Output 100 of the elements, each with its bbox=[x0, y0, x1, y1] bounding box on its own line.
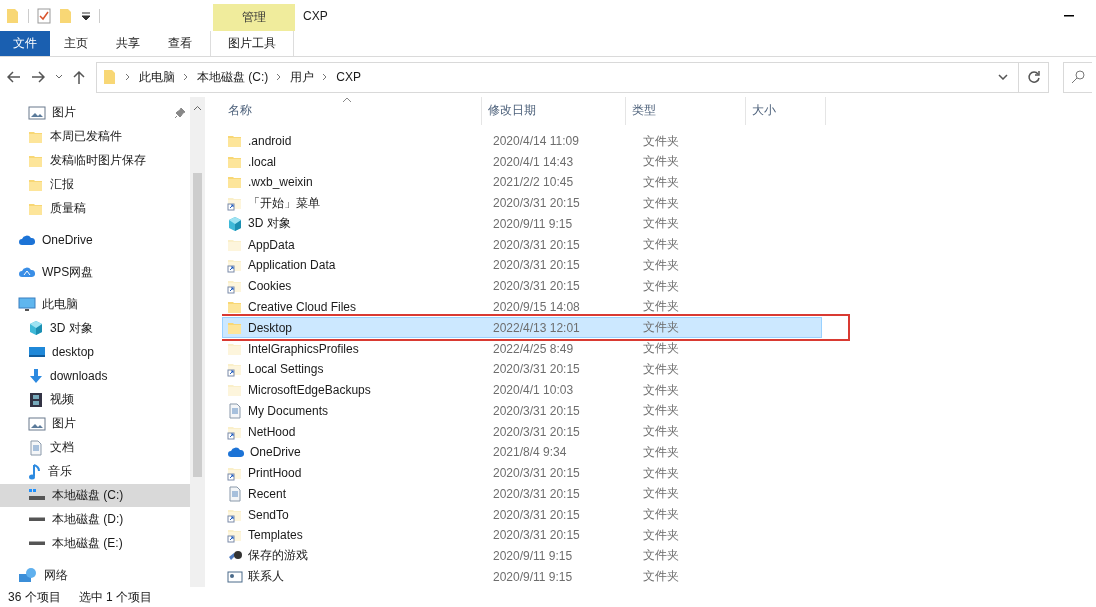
file-row[interactable]: Local Settings 2020/3/31 20:15 文件夹 bbox=[222, 359, 822, 380]
file-row[interactable]: OneDrive 2021/8/4 9:34 文件夹 bbox=[222, 441, 822, 463]
caret-icon[interactable] bbox=[81, 10, 91, 21]
sidebar-item[interactable]: 本地磁盘 (C:) bbox=[0, 483, 190, 508]
file-type: 文件夹 bbox=[642, 443, 680, 461]
column-header[interactable]: 大小 bbox=[746, 97, 826, 125]
sidebar-item[interactable]: 此电脑 bbox=[0, 292, 190, 317]
document-icon bbox=[227, 402, 243, 419]
context-tab-label: 管理 bbox=[213, 4, 295, 31]
ribbon-tab[interactable]: 主页 bbox=[50, 31, 102, 56]
drive-icon bbox=[29, 541, 45, 546]
sidebar-item[interactable]: 3D 对象 bbox=[0, 316, 190, 341]
modified-date: 2022/4/25 8:49 bbox=[492, 341, 575, 356]
file-row[interactable]: My Documents 2020/3/31 20:15 文件夹 bbox=[222, 400, 822, 422]
modified-date: 2020/3/31 20:15 bbox=[492, 279, 581, 294]
breadcrumb[interactable]: 此电脑 bbox=[139, 68, 175, 86]
ribbon-tab[interactable]: 查看 bbox=[154, 31, 206, 56]
modified-date: 2020/3/31 20:15 bbox=[492, 466, 581, 481]
file-row[interactable]: 保存的游戏 2020/9/11 9:15 文件夹 bbox=[222, 545, 822, 567]
sidebar-item[interactable]: 网络 bbox=[0, 563, 190, 588]
file-type: 文件夹 bbox=[642, 174, 680, 191]
modified-date: 2021/8/4 9:34 bbox=[492, 445, 568, 460]
file-type: 文件夹 bbox=[642, 319, 680, 337]
modified-date: 2020/3/31 20:15 bbox=[492, 362, 581, 377]
file-row[interactable]: Creative Cloud Files 2020/9/15 14:08 文件夹 bbox=[222, 296, 822, 318]
sidebar-item[interactable]: 文档 bbox=[0, 435, 190, 460]
address-bar[interactable]: 此电脑 本地磁盘 (C:) 用户 CXP bbox=[96, 61, 1049, 93]
file-row[interactable]: IntelGraphicsProfiles 2022/4/25 8:49 文件夹 bbox=[222, 338, 822, 359]
file-type: 文件夹 bbox=[642, 506, 680, 523]
ribbon-tab[interactable]: 图片工具 bbox=[210, 31, 294, 56]
file-row[interactable]: Recent 2020/3/31 20:15 文件夹 bbox=[222, 483, 822, 505]
file-row[interactable]: 「开始」菜单 2020/3/31 20:15 文件夹 bbox=[222, 192, 822, 214]
folder-shortcut-icon bbox=[227, 361, 243, 378]
sidebar-item[interactable]: 发稿临时图片保存 bbox=[0, 148, 190, 173]
file-row[interactable]: AppData 2020/3/31 20:15 文件夹 bbox=[222, 234, 822, 256]
search-icon bbox=[1071, 70, 1085, 84]
checklist-icon[interactable] bbox=[37, 7, 51, 24]
file-type: 文件夹 bbox=[642, 256, 680, 274]
sidebar-item[interactable]: 视频 bbox=[0, 387, 190, 412]
sidebar-item[interactable]: downloads bbox=[0, 363, 190, 388]
ribbon-tab[interactable]: 共享 bbox=[102, 31, 154, 56]
sidebar-item[interactable]: 图片 bbox=[0, 101, 190, 125]
column-header[interactable]: 类型 bbox=[626, 97, 746, 125]
sidebar-item[interactable]: OneDrive bbox=[0, 228, 190, 253]
folder-shortcut-icon bbox=[227, 465, 243, 482]
sidebar-item[interactable]: WPS网盘 bbox=[0, 260, 190, 285]
folder-icon bbox=[227, 382, 243, 399]
sidebar-item[interactable]: 本地磁盘 (D:) bbox=[0, 507, 190, 532]
file-row[interactable]: 联系人 2020/9/11 9:15 文件夹 bbox=[222, 566, 822, 587]
breadcrumb[interactable]: 用户 bbox=[290, 68, 315, 86]
chevron-icon bbox=[125, 73, 131, 81]
modified-date: 2020/3/31 20:15 bbox=[492, 237, 581, 252]
file-row[interactable]: 3D 对象 2020/9/11 9:15 文件夹 bbox=[222, 213, 822, 235]
sidebar-item[interactable]: 质量稿 bbox=[0, 196, 190, 221]
modified-date: 2020/4/1 14:43 bbox=[492, 154, 575, 169]
chevron-down-icon bbox=[998, 74, 1008, 80]
file-type: 文件夹 bbox=[642, 236, 680, 254]
file-row[interactable]: Templates 2020/3/31 20:15 文件夹 bbox=[222, 524, 822, 546]
sidebar-item[interactable]: 音乐 bbox=[0, 459, 190, 484]
sidebar-item[interactable]: 本周已发稿件 bbox=[0, 124, 190, 149]
file-row[interactable]: .local 2020/4/1 14:43 文件夹 bbox=[222, 151, 822, 173]
file-name: Creative Cloud Files bbox=[248, 299, 357, 314]
breadcrumb[interactable]: 本地磁盘 (C:) bbox=[197, 68, 269, 86]
file-row[interactable]: Application Data 2020/3/31 20:15 文件夹 bbox=[222, 255, 822, 276]
sidebar-item[interactable]: 汇报 bbox=[0, 172, 190, 197]
search-field[interactable] bbox=[1063, 61, 1092, 93]
file-row[interactable]: .android 2020/4/14 11:09 文件夹 bbox=[222, 130, 822, 152]
column-header[interactable]: 名称 bbox=[222, 97, 482, 125]
document-icon bbox=[227, 485, 243, 502]
file-type: 文件夹 bbox=[642, 194, 680, 212]
file-type: 文件夹 bbox=[642, 485, 680, 503]
item-count: 36 个项目 bbox=[8, 588, 61, 606]
file-row[interactable]: Desktop 2022/4/13 12:01 文件夹 bbox=[222, 317, 822, 339]
file-row[interactable]: MicrosoftEdgeBackups 2020/4/1 10:03 文件夹 bbox=[222, 379, 822, 401]
selection-count: 选中 1 个项目 bbox=[78, 588, 153, 606]
scrollbar[interactable] bbox=[190, 97, 205, 587]
file-type: 文件夹 bbox=[642, 132, 680, 150]
file-row[interactable]: Cookies 2020/3/31 20:15 文件夹 bbox=[222, 275, 822, 297]
sidebar-item[interactable]: 图片 bbox=[0, 411, 190, 436]
file-type: 文件夹 bbox=[642, 464, 680, 482]
sidebar-item[interactable]: 本地磁盘 (E:) bbox=[0, 531, 190, 556]
cube-icon bbox=[227, 215, 243, 232]
monitor-icon bbox=[18, 296, 36, 313]
file-row[interactable]: PrintHood 2020/3/31 20:15 文件夹 bbox=[222, 462, 822, 484]
file-type: 文件夹 bbox=[642, 381, 680, 399]
file-type: 文件夹 bbox=[642, 360, 680, 378]
sidebar-item[interactable]: desktop bbox=[0, 340, 190, 364]
file-name: .wxb_weixin bbox=[248, 175, 313, 190]
cube-icon bbox=[28, 320, 44, 337]
folder-icon bbox=[103, 69, 117, 85]
breadcrumb[interactable]: CXP bbox=[336, 70, 361, 84]
modified-date: 2020/3/31 20:15 bbox=[492, 196, 581, 211]
ribbon-tab[interactable]: 文件 bbox=[0, 31, 50, 56]
file-name: Templates bbox=[248, 528, 303, 543]
film-icon bbox=[28, 391, 44, 408]
file-row[interactable]: .wxb_weixin 2021/2/2 10:45 文件夹 bbox=[222, 172, 822, 193]
folder-shortcut-icon bbox=[227, 195, 243, 212]
column-header[interactable]: 修改日期 bbox=[482, 97, 626, 125]
file-row[interactable]: SendTo 2020/3/31 20:15 文件夹 bbox=[222, 504, 822, 525]
file-row[interactable]: NetHood 2020/3/31 20:15 文件夹 bbox=[222, 421, 822, 442]
